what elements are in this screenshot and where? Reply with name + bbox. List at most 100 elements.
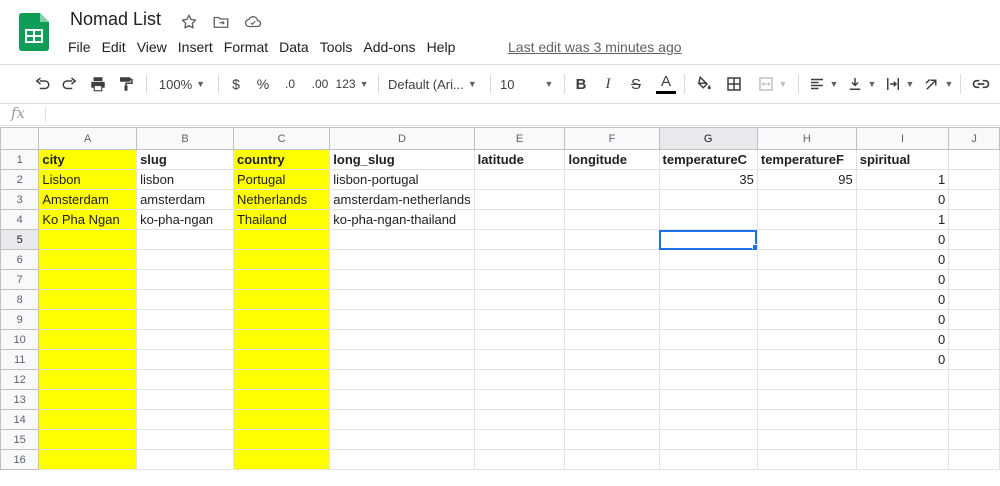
cell-b8[interactable] <box>136 289 234 310</box>
cell-b5[interactable] <box>136 229 234 250</box>
cell-f3[interactable] <box>564 189 660 210</box>
font-size-select[interactable]: 10 ▼ <box>500 65 560 103</box>
cell-b6[interactable] <box>136 249 234 270</box>
cell-c3[interactable]: Netherlands <box>232 189 331 210</box>
cell-j4[interactable] <box>948 209 1000 230</box>
cell-d16[interactable] <box>329 449 475 470</box>
cell-i15[interactable] <box>855 429 950 450</box>
cell-e4[interactable] <box>473 209 566 230</box>
more-formats-select[interactable]: 123 ▼ <box>336 65 369 103</box>
column-header-d[interactable]: D <box>329 127 475 150</box>
cell-d15[interactable] <box>329 429 475 450</box>
cell-b12[interactable] <box>136 369 234 390</box>
italic-button[interactable]: I <box>597 65 619 103</box>
cell-b2[interactable]: lisbon <box>136 169 234 190</box>
cell-d4[interactable]: ko-pha-ngan-thailand <box>329 209 475 230</box>
cell-i11[interactable]: 0 <box>855 349 950 370</box>
row-header-16[interactable]: 16 <box>0 449 40 470</box>
cell-b9[interactable] <box>136 309 234 330</box>
cell-h2[interactable]: 95 <box>756 169 857 190</box>
row-header-12[interactable]: 12 <box>0 369 40 390</box>
cell-f7[interactable] <box>564 269 660 290</box>
column-header-b[interactable]: B <box>136 127 234 150</box>
cell-e3[interactable] <box>473 189 566 210</box>
cell-j10[interactable] <box>948 329 1000 350</box>
cell-f6[interactable] <box>564 249 660 270</box>
cell-a1[interactable]: city <box>38 149 138 170</box>
cell-a7[interactable] <box>38 269 138 290</box>
cell-f14[interactable] <box>564 409 660 430</box>
undo-icon[interactable] <box>30 65 54 103</box>
cell-e8[interactable] <box>473 289 566 310</box>
cell-a15[interactable] <box>38 429 138 450</box>
cell-h9[interactable] <box>756 309 857 330</box>
cell-a16[interactable] <box>38 449 138 470</box>
cell-c4[interactable]: Thailand <box>232 209 331 230</box>
cell-e7[interactable] <box>473 269 566 290</box>
column-header-c[interactable]: C <box>232 127 331 150</box>
row-header-7[interactable]: 7 <box>0 269 40 290</box>
cell-d2[interactable]: lisbon-portugal <box>329 169 475 190</box>
cell-e2[interactable] <box>473 169 566 190</box>
cell-c1[interactable]: country <box>232 149 331 170</box>
menu-file[interactable]: File <box>68 37 97 57</box>
cell-i4[interactable]: 1 <box>855 209 950 230</box>
star-icon[interactable] <box>178 11 200 33</box>
font-family-select[interactable]: Default (Ari... ▼ <box>388 65 482 103</box>
cell-c11[interactable] <box>232 349 331 370</box>
cell-i13[interactable] <box>855 389 950 410</box>
increase-decimal-button[interactable]: .00 <box>306 65 334 103</box>
cell-a9[interactable] <box>38 309 138 330</box>
cell-j12[interactable] <box>948 369 1000 390</box>
row-header-2[interactable]: 2 <box>0 169 40 190</box>
cloud-saved-icon[interactable] <box>242 11 264 33</box>
row-header-1[interactable]: 1 <box>0 149 40 170</box>
column-header-g[interactable]: G <box>658 127 758 150</box>
row-header-6[interactable]: 6 <box>0 249 40 270</box>
cell-b7[interactable] <box>136 269 234 290</box>
cell-d7[interactable] <box>329 269 475 290</box>
cell-e6[interactable] <box>473 249 566 270</box>
currency-format-button[interactable]: $ <box>226 65 246 103</box>
cell-c12[interactable] <box>232 369 331 390</box>
paint-format-icon[interactable] <box>114 65 138 103</box>
cell-a11[interactable] <box>38 349 138 370</box>
cell-g3[interactable] <box>658 189 758 210</box>
cell-g16[interactable] <box>658 449 758 470</box>
cell-e9[interactable] <box>473 309 566 330</box>
cell-i8[interactable]: 0 <box>855 289 950 310</box>
cell-c9[interactable] <box>232 309 331 330</box>
cell-g14[interactable] <box>658 409 758 430</box>
menu-view[interactable]: View <box>137 37 173 57</box>
cell-i6[interactable]: 0 <box>855 249 950 270</box>
cell-b14[interactable] <box>136 409 234 430</box>
cell-h14[interactable] <box>756 409 857 430</box>
cell-e15[interactable] <box>473 429 566 450</box>
row-header-15[interactable]: 15 <box>0 429 40 450</box>
column-header-j[interactable]: J <box>948 127 1000 150</box>
cell-b3[interactable]: amsterdam <box>136 189 234 210</box>
cell-f12[interactable] <box>564 369 660 390</box>
cell-c7[interactable] <box>232 269 331 290</box>
column-header-a[interactable]: A <box>38 127 138 150</box>
cell-b15[interactable] <box>136 429 234 450</box>
cell-j15[interactable] <box>948 429 1000 450</box>
cell-h11[interactable] <box>756 349 857 370</box>
cell-d14[interactable] <box>329 409 475 430</box>
cell-j16[interactable] <box>948 449 1000 470</box>
cell-c6[interactable] <box>232 249 331 270</box>
sheets-logo-icon[interactable] <box>19 13 49 51</box>
cell-c8[interactable] <box>232 289 331 310</box>
move-to-folder-icon[interactable] <box>210 11 232 33</box>
cell-a13[interactable] <box>38 389 138 410</box>
cell-b16[interactable] <box>136 449 234 470</box>
cell-h5[interactable] <box>756 229 857 250</box>
cell-j7[interactable] <box>948 269 1000 290</box>
text-rotation-icon[interactable]: ▼ <box>920 65 956 103</box>
cell-f10[interactable] <box>564 329 660 350</box>
cell-e14[interactable] <box>473 409 566 430</box>
cell-g13[interactable] <box>658 389 758 410</box>
cell-h15[interactable] <box>756 429 857 450</box>
cell-i2[interactable]: 1 <box>855 169 950 190</box>
cell-j6[interactable] <box>948 249 1000 270</box>
